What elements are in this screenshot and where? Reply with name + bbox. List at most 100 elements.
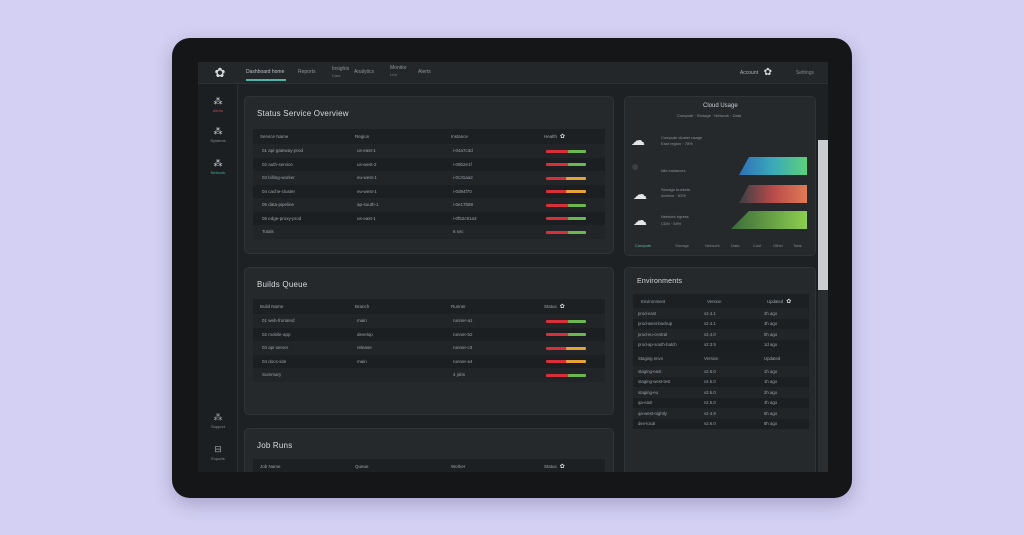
table-row[interactable]: 01 web-frontend main runner-a1 bbox=[253, 314, 605, 328]
table-row[interactable]: 02 auth-service us-west-2 i-09b2e1f bbox=[253, 157, 605, 171]
status-cell bbox=[537, 354, 605, 368]
status-cell bbox=[537, 327, 605, 341]
table-cell: 02 mobile-app bbox=[253, 327, 348, 341]
table-cell: prod-ap-south-batch bbox=[633, 339, 699, 350]
table-row[interactable]: 04 cache-cluster eu-west-1 i-0d94f70 bbox=[253, 184, 605, 198]
jobs-table: Job Name Queue Worker Status ✿ bbox=[253, 459, 605, 472]
filter-icon[interactable]: ✿ bbox=[786, 299, 791, 305]
health-bar bbox=[546, 230, 586, 234]
usage-label: Storage buckets bbox=[661, 187, 690, 192]
filter-icon[interactable]: ✿ bbox=[560, 304, 565, 310]
table-row[interactable]: qa-west-nightly v2.4.9 6h ago bbox=[633, 408, 809, 419]
table-row[interactable]: prod-west-backup v2.4.1 3h ago bbox=[633, 318, 809, 329]
table-cell: qa-west-nightly bbox=[633, 408, 699, 419]
table-row[interactable]: prod-ap-south-batch v2.3.9 1d ago bbox=[633, 339, 809, 350]
alerts-icon: ⁂ bbox=[213, 96, 223, 106]
column-header[interactable]: Queue bbox=[348, 459, 444, 472]
table-row[interactable]: staging-east v2.5.0 1h ago bbox=[633, 366, 809, 377]
user-name[interactable]: Account bbox=[740, 70, 758, 76]
table-row[interactable]: 02 mobile-app develop runner-b2 bbox=[253, 327, 605, 341]
table-cell: prod-east bbox=[633, 308, 699, 319]
table-row[interactable]: Summary 4 jobs bbox=[253, 368, 605, 382]
user-avatar-icon[interactable]: ✿ bbox=[764, 67, 772, 78]
table-cell: runner-a1 bbox=[444, 314, 537, 328]
table-row[interactable]: staging-west-test v2.5.0 1h ago bbox=[633, 376, 809, 387]
nav-item-analytics[interactable]: Analytics bbox=[354, 69, 374, 75]
table-row[interactable]: 06 edge-proxy-prod us-east-1 i-0f52c91a3 bbox=[253, 211, 605, 225]
column-header[interactable]: Updated ✿ bbox=[759, 294, 809, 308]
nav-item-reports[interactable]: Reports bbox=[298, 69, 316, 75]
table-cell: 2h ago bbox=[759, 387, 809, 398]
filter-icon[interactable]: ✿ bbox=[560, 464, 565, 470]
table-row[interactable]: Totals 6 svc bbox=[253, 225, 605, 239]
table-cell: main bbox=[348, 314, 444, 328]
table-cell: staging-eu bbox=[633, 387, 699, 398]
table-row[interactable]: 05 data-pipeline ap-south-1 i-0e17b88 bbox=[253, 198, 605, 212]
column-header[interactable]: Service Name bbox=[253, 129, 348, 144]
table-cell: v2.5.0 bbox=[699, 376, 759, 387]
service-table: Service Name Region Instance Health ✿ 01 … bbox=[253, 129, 605, 239]
nav-item-monitor[interactable]: Monitor Live bbox=[390, 65, 407, 77]
column-header[interactable]: Health ✿ bbox=[537, 129, 605, 144]
table-cell: main bbox=[348, 354, 444, 368]
table-row[interactable]: 04 docs-site main runner-a4 bbox=[253, 354, 605, 368]
column-header[interactable]: Status ✿ bbox=[537, 299, 605, 314]
systems-icon: ⁂ bbox=[213, 126, 223, 136]
table-row[interactable]: 01 api-gateway-prod us-east-1 i-04a7c3d bbox=[253, 144, 605, 158]
app-logo-icon[interactable]: ✿ bbox=[212, 65, 228, 81]
axis-label: Compute bbox=[635, 243, 652, 248]
column-header[interactable]: Environment bbox=[633, 294, 699, 308]
table-cell: 4h ago bbox=[759, 397, 809, 408]
panel-title: Job Runs bbox=[257, 441, 293, 450]
sidebar-item-support[interactable]: ⁂ Support bbox=[202, 412, 234, 429]
column-header[interactable]: Worker bbox=[444, 459, 537, 472]
column-header[interactable]: Job Name bbox=[253, 459, 348, 472]
column-header[interactable]: Region bbox=[348, 129, 444, 144]
table-row[interactable]: 03 api-server release runner-c3 bbox=[253, 341, 605, 355]
table-cell: 04 docs-site bbox=[253, 354, 348, 368]
table-row[interactable]: prod-east v2.4.1 2h ago bbox=[633, 308, 809, 319]
sidebar-item-network[interactable]: ⁂ Network bbox=[202, 158, 234, 175]
table-row[interactable]: dev-local v2.6.0 8h ago bbox=[633, 418, 809, 429]
table-cell: 1h ago bbox=[759, 366, 809, 377]
panel-title: Environments bbox=[637, 278, 683, 285]
column-header[interactable]: Runner bbox=[444, 299, 537, 314]
panel-title: Builds Queue bbox=[257, 280, 308, 289]
card-title: Cloud Usage bbox=[703, 103, 738, 109]
nav-item-insights[interactable]: Insights Data bbox=[332, 66, 349, 78]
table-cell: i-09b2e1f bbox=[444, 157, 537, 171]
column-header[interactable]: Branch bbox=[348, 299, 444, 314]
usage-detail: Archive · 62% bbox=[661, 193, 686, 198]
environments-table: Environment Version Updated ✿ prod-east v2… bbox=[633, 294, 809, 429]
sidebar-item-systems[interactable]: ⁂ Systems bbox=[202, 126, 234, 143]
status-cell bbox=[537, 211, 605, 225]
column-header[interactable]: Version bbox=[699, 294, 759, 308]
table-cell: us-west-2 bbox=[348, 157, 444, 171]
column-header[interactable]: Build Name bbox=[253, 299, 348, 314]
filter-icon[interactable]: ✿ bbox=[560, 134, 565, 140]
group-label: Staging envs bbox=[633, 350, 699, 366]
user-settings-link[interactable]: Settings bbox=[796, 70, 814, 76]
group-header-row: Staging envs Version Updated bbox=[633, 350, 809, 366]
table-cell: 3h ago bbox=[759, 318, 809, 329]
table-cell: 1d ago bbox=[759, 339, 809, 350]
table-cell bbox=[348, 368, 444, 382]
nav-item-alerts[interactable]: Alerts bbox=[418, 69, 431, 75]
table-row[interactable]: qa-east v2.5.0 4h ago bbox=[633, 397, 809, 408]
scrollbar-thumb[interactable] bbox=[818, 140, 828, 290]
usage-label: Idle instances bbox=[661, 168, 686, 173]
service-overview-panel: Status Service Overview Service Name Reg… bbox=[244, 96, 614, 254]
usage-bar-network bbox=[731, 211, 807, 229]
sidebar-item-alerts[interactable]: ⁂ Alerts bbox=[202, 96, 234, 113]
column-header[interactable]: Instance bbox=[444, 129, 537, 144]
nav-item-dashboard[interactable]: Dashboard home bbox=[246, 69, 287, 81]
column-header[interactable]: Status ✿ bbox=[537, 459, 605, 472]
table-cell: prod-west-backup bbox=[633, 318, 699, 329]
table-cell: 02 auth-service bbox=[253, 157, 348, 171]
sidebar-item-exports[interactable]: ⊟ Exports bbox=[202, 444, 234, 461]
table-row[interactable]: staging-eu v2.5.0 2h ago bbox=[633, 387, 809, 398]
table-cell: 03 billing-worker bbox=[253, 171, 348, 185]
table-row[interactable]: prod-eu-central v2.4.0 5h ago bbox=[633, 329, 809, 340]
table-row[interactable]: 03 billing-worker eu-west-1 i-0c31aa2 bbox=[253, 171, 605, 185]
table-cell: Totals bbox=[253, 225, 348, 239]
